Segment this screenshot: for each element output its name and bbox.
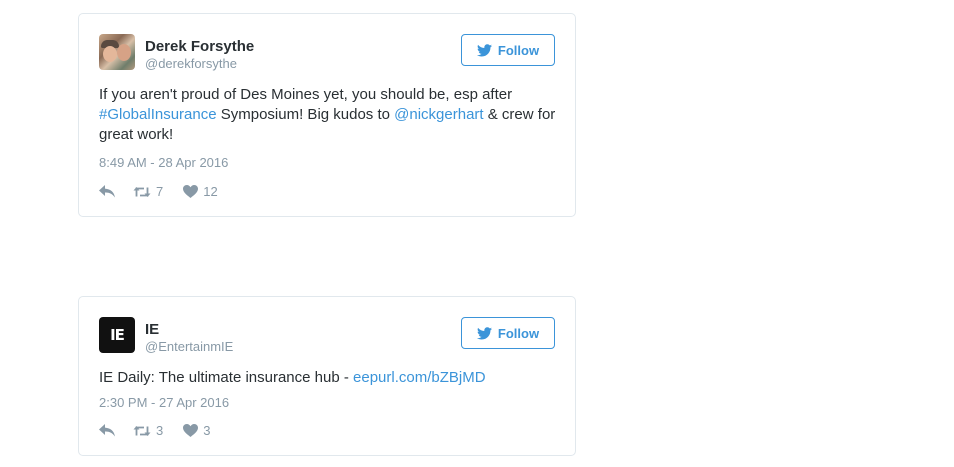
like-button[interactable]: 3 xyxy=(183,423,210,438)
follow-button[interactable]: Follow xyxy=(461,34,555,66)
heart-icon xyxy=(183,424,199,437)
mention-link[interactable]: @nickgerhart xyxy=(394,106,483,123)
avatar[interactable] xyxy=(99,34,135,70)
reply-icon xyxy=(99,185,115,198)
embedded-tweet: Derek Forsythe @derekforsythe Follow If … xyxy=(78,13,576,217)
retweet-button[interactable]: 7 xyxy=(133,184,163,199)
avatar-face-shape xyxy=(117,44,131,61)
tweet-actions: 7 12 xyxy=(99,184,218,199)
like-button[interactable]: 12 xyxy=(183,184,218,199)
like-count: 12 xyxy=(203,184,218,199)
twitter-bird-icon xyxy=(476,43,492,56)
follow-button[interactable]: Follow xyxy=(461,317,555,349)
avatar-face-shape xyxy=(103,46,117,62)
screen-name[interactable]: @derekforsythe xyxy=(145,56,237,71)
twitter-bird-icon xyxy=(476,326,492,339)
screen-name[interactable]: @EntertainmIE xyxy=(145,339,233,354)
heart-icon xyxy=(183,185,199,198)
retweet-icon xyxy=(133,186,151,197)
tweet-text-part: If you aren't proud of Des Moines yet, y… xyxy=(99,86,513,103)
hashtag-link[interactable]: #GlobalInsurance xyxy=(99,106,217,123)
tweet-text-part: Symposium! Big kudos to xyxy=(216,106,395,123)
retweet-button[interactable]: 3 xyxy=(133,423,163,438)
retweet-icon xyxy=(133,425,151,436)
tweet-text-part: IE Daily: The ultimate insurance hub - xyxy=(99,369,354,386)
tweet-text: IE Daily: The ultimate insurance hub - e… xyxy=(99,368,559,388)
tweet-actions: 3 3 xyxy=(99,423,210,438)
display-name[interactable]: Derek Forsythe xyxy=(145,38,254,55)
avatar[interactable]: IE xyxy=(99,317,135,353)
like-count: 3 xyxy=(203,423,211,438)
follow-label: Follow xyxy=(497,42,540,58)
tweet-timestamp[interactable]: 2:30 PM - 27 Apr 2016 xyxy=(99,395,229,410)
embedded-tweet: IE IE @EntertainmIE Follow IE Daily: The… xyxy=(78,296,576,456)
follow-label: Follow xyxy=(497,325,540,341)
display-name[interactable]: IE xyxy=(145,321,159,338)
retweet-count: 3 xyxy=(156,423,164,438)
retweet-count: 7 xyxy=(156,184,164,199)
tweet-timestamp[interactable]: 8:49 AM - 28 Apr 2016 xyxy=(99,155,228,170)
reply-button[interactable] xyxy=(99,185,115,198)
tweet-text: If you aren't proud of Des Moines yet, y… xyxy=(99,85,559,145)
reply-icon xyxy=(99,424,115,437)
url-link[interactable]: eepurl.com/bZBjMD xyxy=(353,369,486,386)
reply-button[interactable] xyxy=(99,424,115,437)
